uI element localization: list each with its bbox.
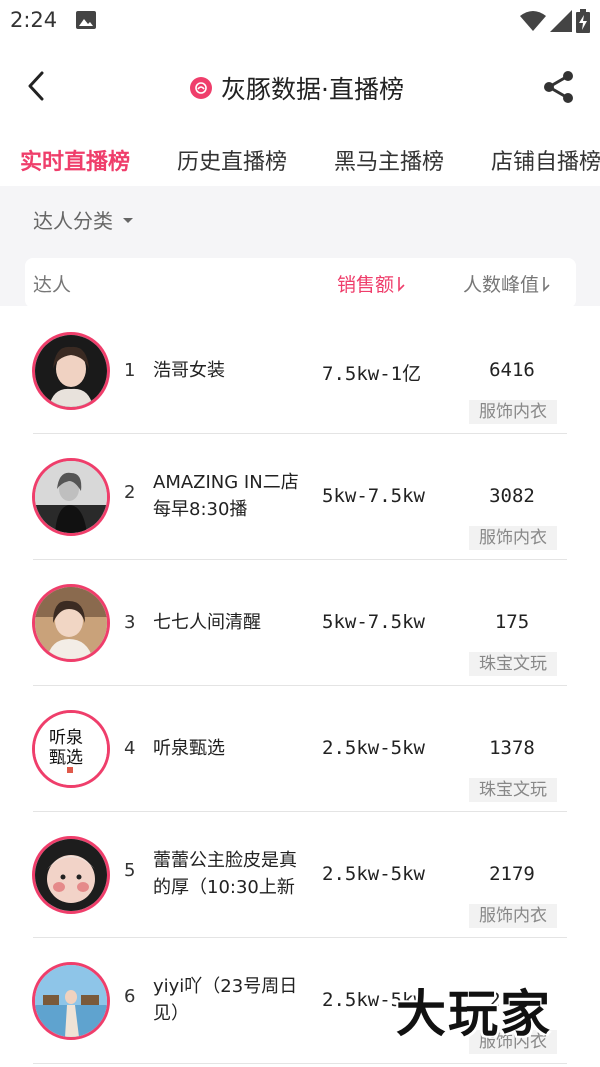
rank-number: 4 <box>124 738 136 759</box>
category-tag: 珠宝文玩 <box>469 778 557 802</box>
status-bar: 2:24 <box>0 0 600 40</box>
tab-store-self-live[interactable]: 店铺自播榜 <box>491 144 600 176</box>
signal-icon <box>550 10 572 36</box>
peak-viewers: 175 <box>494 611 530 633</box>
peak-viewers: 1378 <box>489 737 535 759</box>
tab-history-live[interactable]: 历史直播榜 <box>177 144 287 176</box>
sales-range: 2.5kw-5kw <box>322 737 425 759</box>
header-peak-label: 人数峰值 <box>463 274 540 296</box>
header-sales-label: 销售额 <box>337 274 395 296</box>
back-button[interactable] <box>18 68 54 104</box>
sales-range: 7.5kw-1亿 <box>322 363 422 385</box>
talent-name: 七七人间清醒 <box>153 612 261 633</box>
peak-viewers: 6416 <box>489 359 535 381</box>
rank-number: 3 <box>124 612 136 633</box>
gallery-icon <box>76 11 96 33</box>
status-time: 2:24 <box>10 8 58 32</box>
ranking-tabs: 实时直播榜 历史直播榜 黑马主播榜 店铺自播榜 <box>0 138 600 184</box>
tab-realtime-live[interactable]: 实时直播榜 <box>20 144 130 176</box>
header-peak-sort[interactable]: 人数峰值 <box>463 270 551 297</box>
avatar[interactable] <box>32 458 110 536</box>
category-filter-label: 达人分类 <box>33 209 113 233</box>
peak-viewers: 2179 <box>489 863 535 885</box>
sort-arrow-icon <box>543 277 550 292</box>
watermark-text: 大玩家 <box>396 985 552 1043</box>
share-icon <box>544 71 573 103</box>
table-row[interactable]: 3 七七人间清醒 5kw-7.5kw 175 珠宝文玩 <box>0 560 600 686</box>
caret-down-icon <box>123 218 133 223</box>
talent-name: yiyi吖（23号周日见） <box>153 976 298 1024</box>
header-sales-sort[interactable]: 销售额 <box>337 270 406 297</box>
app-bar: 灰豚数据·直播榜 <box>0 50 600 126</box>
status-icons <box>520 9 590 37</box>
category-filter-dropdown[interactable]: 达人分类 <box>33 205 133 234</box>
divider <box>33 1063 567 1064</box>
category-tag: 服饰内衣 <box>469 904 557 928</box>
category-tag: 珠宝文玩 <box>469 652 557 676</box>
rank-number: 6 <box>124 986 136 1007</box>
avatar[interactable] <box>32 962 110 1040</box>
sales-range: 2.5kw-5kw <box>322 863 425 885</box>
rank-number: 1 <box>124 360 136 381</box>
table-header: 达人 销售额 人数峰值 <box>25 258 576 308</box>
rank-number: 5 <box>124 860 136 881</box>
talent-name: AMAZING IN二店每早8:30播 <box>153 472 299 520</box>
talent-name: 浩哥女装 <box>153 360 225 381</box>
rank-number: 2 <box>124 482 136 503</box>
peak-viewers: 3082 <box>489 485 535 507</box>
huitun-logo-icon <box>190 77 212 99</box>
talent-name: 蕾蕾公主脸皮是真的厚（10:30上新 <box>153 850 297 898</box>
avatar[interactable] <box>32 332 110 410</box>
page-title-text: 灰豚数据·直播榜 <box>221 75 404 104</box>
page-title: 灰豚数据·直播榜 <box>190 70 404 106</box>
sales-range: 5kw-7.5kw <box>322 485 425 507</box>
avatar[interactable]: 听泉甄选 <box>32 710 110 788</box>
table-row[interactable]: 1 浩哥女装 7.5kw-1亿 6416 服饰内衣 <box>0 308 600 434</box>
sort-arrow-icon <box>398 277 405 292</box>
share-button[interactable] <box>540 68 578 106</box>
category-tag: 服饰内衣 <box>469 400 557 424</box>
battery-charging-icon <box>576 9 590 37</box>
sales-range: 5kw-7.5kw <box>322 611 425 633</box>
table-row[interactable]: 2 AMAZING IN二店每早8:30播 5kw-7.5kw 3082 服饰内… <box>0 434 600 560</box>
watermark-logo: 大玩家 <box>396 982 586 1048</box>
table-row[interactable]: 听泉甄选 4 听泉甄选 2.5kw-5kw 1378 珠宝文玩 <box>0 686 600 812</box>
avatar[interactable] <box>32 836 110 914</box>
avatar[interactable] <box>32 584 110 662</box>
header-talent: 达人 <box>33 274 72 296</box>
avatar-logo-text: 听泉甄选 <box>49 728 83 768</box>
back-arrow-icon <box>28 71 44 101</box>
category-tag: 服饰内衣 <box>469 526 557 550</box>
tab-dark-horse[interactable]: 黑马主播榜 <box>334 144 444 176</box>
table-row[interactable]: 5 蕾蕾公主脸皮是真的厚（10:30上新 2.5kw-5kw 2179 服饰内衣 <box>0 812 600 938</box>
talent-name: 听泉甄选 <box>153 738 225 759</box>
wifi-icon <box>520 10 546 36</box>
